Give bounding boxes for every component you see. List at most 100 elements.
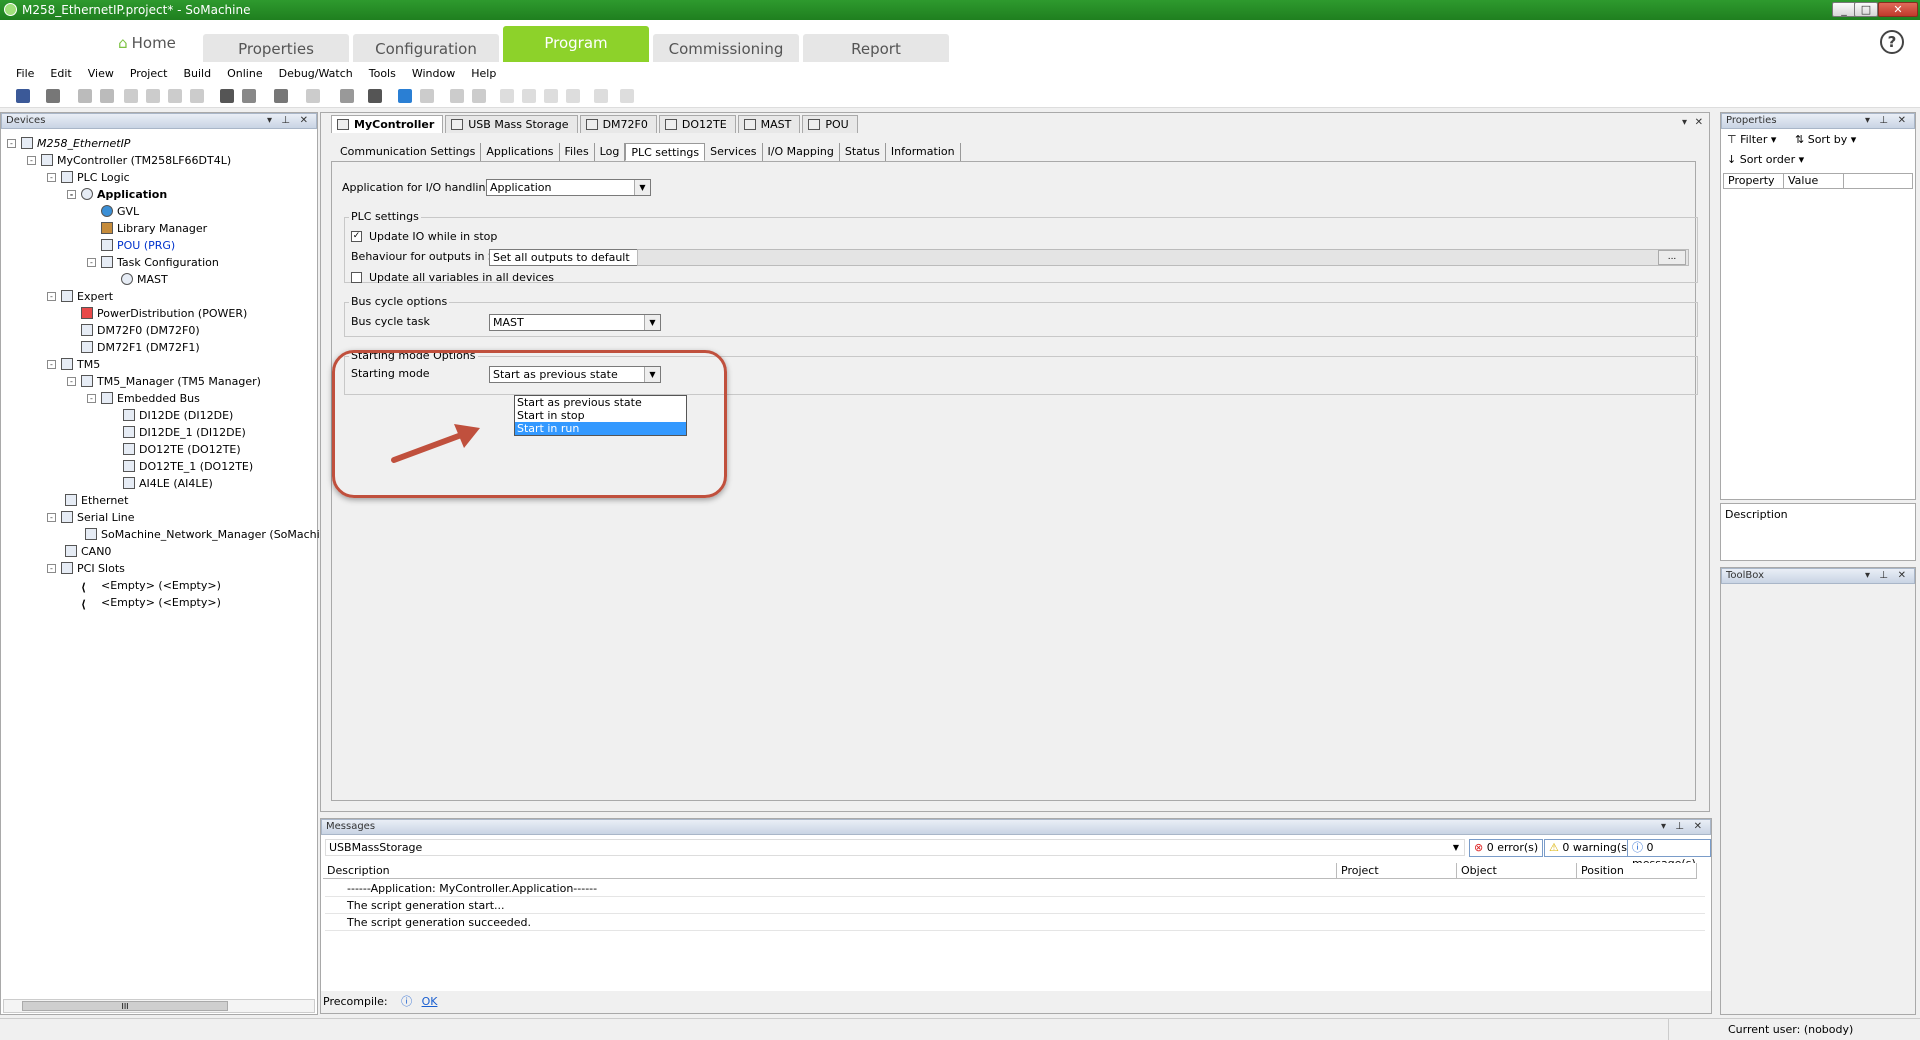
message-row[interactable]: The script generation start...	[325, 898, 1705, 914]
tab-program[interactable]: Program	[503, 26, 649, 62]
delete-icon[interactable]	[190, 89, 204, 103]
errors-filter-button[interactable]: ⊗ 0 error(s)	[1469, 839, 1544, 857]
update-vars-checkbox[interactable]	[351, 272, 362, 283]
copy-icon[interactable]	[146, 89, 160, 103]
doc-tab-mast[interactable]: MAST	[737, 115, 801, 133]
tree-node-controller[interactable]: - MyController (TM258LF66DT4L)	[27, 152, 231, 169]
chevron-down-icon[interactable]: ▾	[1661, 820, 1666, 834]
tree-node-pci-slots[interactable]: - PCI Slots	[47, 560, 125, 577]
tree-node-ai4le[interactable]: AI4LE (AI4LE)	[123, 475, 213, 492]
subtab-files[interactable]: Files	[560, 143, 595, 161]
tree-node-di12de[interactable]: DI12DE (DI12DE)	[123, 407, 233, 424]
close-icon[interactable]: ✕	[1694, 820, 1702, 834]
sort-by-button[interactable]: ⇅ Sort by ▾	[1795, 133, 1856, 146]
doc-tab-mycontroller[interactable]: MyController	[331, 115, 444, 133]
redo-icon[interactable]	[100, 89, 114, 103]
col-project[interactable]: Project	[1337, 863, 1457, 879]
undo-icon[interactable]	[78, 89, 92, 103]
menu-build[interactable]: Build	[175, 67, 219, 80]
print-icon[interactable]	[46, 89, 60, 103]
minimize-button[interactable]: _	[1832, 2, 1856, 17]
doc-tab-usb-mass-storage[interactable]: USB Mass Storage	[445, 115, 578, 133]
pin-icon[interactable]: ⊥	[1675, 820, 1684, 834]
logout-icon[interactable]	[420, 89, 434, 103]
replace-icon[interactable]	[242, 89, 256, 103]
tab-properties[interactable]: Properties	[203, 34, 349, 62]
close-document-icon[interactable]: ✕	[1695, 116, 1703, 130]
chevron-down-icon[interactable]: ▾	[267, 114, 272, 128]
tree-node-plc-logic[interactable]: - PLC Logic	[47, 169, 130, 186]
chevron-down-icon[interactable]: ▾	[1865, 114, 1870, 128]
tree-node-empty-slot-1[interactable]: ⟨ <Empty> (<Empty>)	[81, 577, 221, 594]
close-icon[interactable]: ✕	[1898, 569, 1906, 583]
precompile-status-link[interactable]: OK	[422, 995, 438, 1008]
help-icon[interactable]: ?	[1880, 30, 1904, 54]
subtab-plc-settings[interactable]: PLC settings	[625, 143, 706, 161]
subtab-services[interactable]: Services	[705, 143, 763, 161]
message-source-select[interactable]: USBMassStorage ▼	[325, 839, 1465, 856]
tree-node-dm72f1[interactable]: DM72F1 (DM72F1)	[81, 339, 200, 356]
message-row[interactable]: ------Application: MyController.Applicat…	[325, 881, 1705, 897]
tree-node-tm5[interactable]: - TM5	[47, 356, 100, 373]
layout-icon[interactable]	[306, 89, 320, 103]
col-property[interactable]: Property	[1724, 174, 1784, 188]
close-icon[interactable]: ✕	[1898, 114, 1906, 128]
tree-node-application[interactable]: - Application	[67, 186, 167, 203]
update-io-checkbox[interactable]: ✓	[351, 231, 362, 242]
col-object[interactable]: Object	[1457, 863, 1577, 879]
stop-icon[interactable]	[472, 89, 486, 103]
tree-node-embedded-bus[interactable]: - Embedded Bus	[87, 390, 200, 407]
doc-tab-dm72f0[interactable]: DM72F0	[579, 115, 657, 133]
step-out-icon[interactable]	[566, 89, 580, 103]
write-values-icon[interactable]	[620, 89, 634, 103]
message-row[interactable]: The script generation succeeded.	[325, 915, 1705, 931]
tab-configuration[interactable]: Configuration	[353, 34, 499, 62]
col-position[interactable]: Position	[1577, 863, 1697, 879]
browse-button[interactable]: ...	[1658, 250, 1686, 265]
build-icon[interactable]	[368, 89, 382, 103]
window-icon[interactable]	[274, 89, 288, 103]
filter-button[interactable]: ⊤ Filter ▾	[1727, 133, 1776, 146]
new-object-icon[interactable]	[340, 89, 354, 103]
subtab-status[interactable]: Status	[840, 143, 886, 161]
scrollbar-thumb[interactable]: III	[22, 1001, 228, 1011]
force-values-icon[interactable]	[594, 89, 608, 103]
menu-window[interactable]: Window	[404, 67, 463, 80]
tree-node-network-manager[interactable]: SoMachine_Network_Manager (SoMachine	[85, 526, 333, 543]
tree-node-tm5-manager[interactable]: - TM5_Manager (TM5 Manager)	[67, 373, 261, 390]
maximize-button[interactable]: □	[1854, 2, 1878, 17]
menu-edit[interactable]: Edit	[42, 67, 79, 80]
run-icon[interactable]	[450, 89, 464, 103]
paste-icon[interactable]	[168, 89, 182, 103]
close-window-button[interactable]: ✕	[1878, 2, 1918, 17]
subtab-io-mapping[interactable]: I/O Mapping	[763, 143, 840, 161]
tab-report[interactable]: Report	[803, 34, 949, 62]
tree-node-gvl[interactable]: GVL	[101, 203, 139, 220]
tree-node-power-distribution[interactable]: PowerDistribution (POWER)	[81, 305, 247, 322]
col-value[interactable]: Value	[1784, 174, 1844, 188]
tree-node-expert[interactable]: - Expert	[47, 288, 113, 305]
tree-node-empty-slot-2[interactable]: ⟨ <Empty> (<Empty>)	[81, 594, 221, 611]
step-over-icon[interactable]	[522, 89, 536, 103]
save-icon[interactable]	[16, 89, 30, 103]
menu-tools[interactable]: Tools	[361, 67, 404, 80]
step-into-icon[interactable]	[544, 89, 558, 103]
breakpoint-icon[interactable]	[500, 89, 514, 103]
tree-node-can0[interactable]: CAN0	[65, 543, 111, 560]
horizontal-scrollbar[interactable]: III	[3, 999, 315, 1013]
menu-project[interactable]: Project	[122, 67, 176, 80]
menu-file[interactable]: File	[8, 67, 42, 80]
messages-filter-button[interactable]: ⓘ 0 message(s)	[1627, 839, 1711, 870]
warnings-filter-button[interactable]: ⚠ 0 warning(s)	[1544, 839, 1637, 857]
tab-list-chevron-icon[interactable]: ▾	[1682, 116, 1687, 130]
subtab-applications[interactable]: Applications	[481, 143, 560, 161]
chevron-down-icon[interactable]: ▾	[1865, 569, 1870, 583]
doc-tab-pou[interactable]: POU	[802, 115, 858, 133]
menu-debug-watch[interactable]: Debug/Watch	[271, 67, 361, 80]
bus-cycle-select[interactable]: MAST ▼	[489, 314, 661, 331]
app-io-select[interactable]: Application ▼	[486, 179, 651, 196]
tab-commissioning[interactable]: Commissioning	[653, 34, 799, 62]
find-icon[interactable]	[220, 89, 234, 103]
doc-tab-do12te[interactable]: DO12TE	[658, 115, 736, 133]
subtab-information[interactable]: Information	[886, 143, 961, 161]
